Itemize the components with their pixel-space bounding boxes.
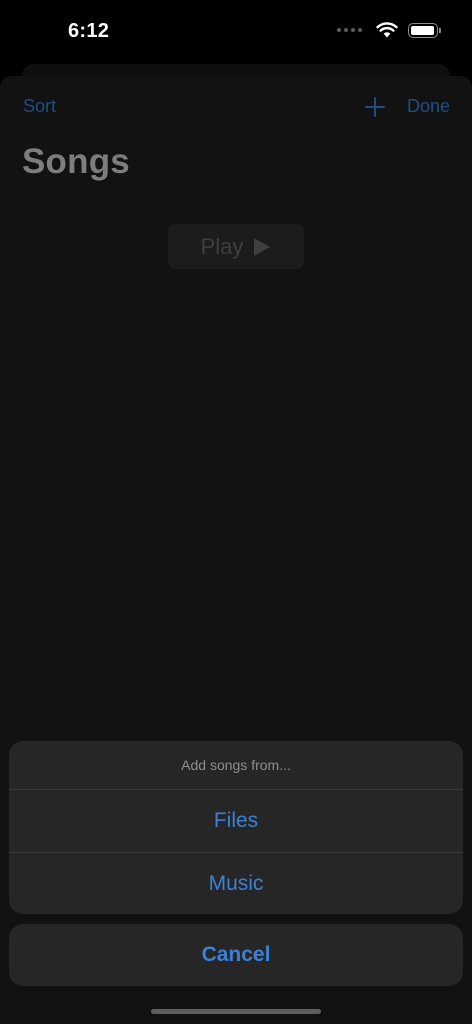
cellular-signal-icon [337, 28, 362, 32]
battery-icon [408, 22, 441, 38]
status-bar: 6:12 [0, 0, 472, 64]
navigation-bar: Sort Done [0, 94, 472, 124]
done-button[interactable]: Done [407, 96, 450, 117]
home-indicator[interactable] [151, 1009, 321, 1014]
status-icons [337, 22, 441, 38]
sort-button[interactable]: Sort [23, 96, 56, 117]
status-time: 6:12 [68, 20, 110, 42]
wifi-icon [376, 22, 398, 38]
action-sheet: Add songs from... Files Music [9, 741, 463, 914]
screen: 6:12 Sort Done Songs Play Add songs from… [0, 0, 472, 1024]
music-option-button[interactable]: Music [9, 853, 463, 914]
play-button[interactable]: Play [168, 224, 304, 269]
action-sheet-title: Add songs from... [9, 741, 463, 790]
play-button-label: Play [200, 233, 244, 259]
cancel-button[interactable]: Cancel [9, 924, 463, 986]
plus-icon[interactable] [364, 96, 386, 118]
play-icon [254, 237, 271, 256]
page-title: Songs [22, 142, 130, 181]
files-option-button[interactable]: Files [9, 790, 463, 853]
